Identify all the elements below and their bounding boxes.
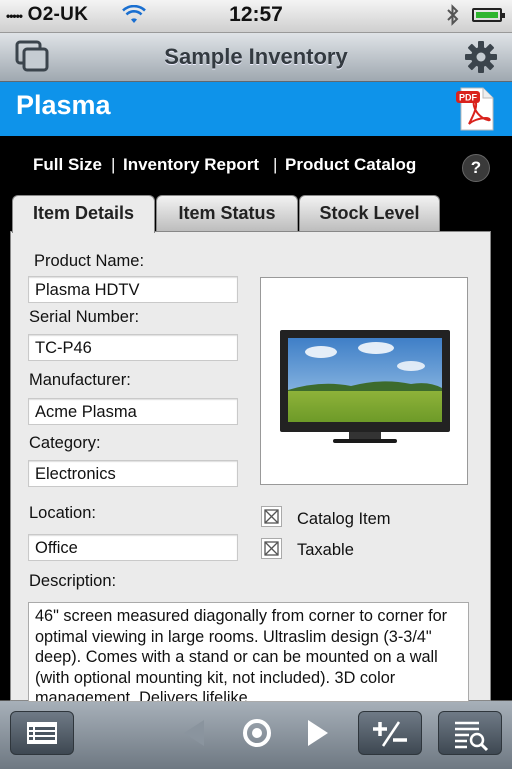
help-button[interactable]: ?	[462, 154, 490, 182]
tab-item-status[interactable]: Item Status	[156, 195, 298, 231]
record-header: Plasma PDF	[0, 82, 512, 136]
gear-icon[interactable]	[461, 37, 501, 77]
add-remove-button[interactable]	[358, 711, 422, 755]
link-inventory-report[interactable]: Inventory Report	[123, 155, 259, 175]
pdf-icon[interactable]: PDF	[455, 86, 497, 132]
list-icon	[27, 722, 57, 744]
taxable-label: Taxable	[297, 541, 354, 559]
item-details-panel: Product Name: Plasma HDTV Serial Number:…	[10, 231, 491, 702]
tv-image	[280, 330, 450, 443]
record-icon[interactable]	[240, 716, 274, 750]
category-label: Category:	[29, 434, 101, 452]
bluetooth-icon	[447, 4, 459, 26]
record-title: Plasma	[16, 90, 111, 120]
product-name-label: Product Name:	[34, 252, 145, 270]
description-field[interactable]: 46" screen measured diagonally from corn…	[28, 602, 469, 702]
manufacturer-label: Manufacturer:	[29, 371, 131, 389]
location-label: Location:	[29, 504, 96, 522]
manufacturer-field[interactable]: Acme Plasma	[28, 398, 238, 425]
serial-number-label: Serial Number:	[29, 308, 140, 326]
previous-icon[interactable]	[180, 717, 208, 749]
product-image[interactable]	[260, 277, 468, 485]
description-label: Description:	[29, 572, 117, 590]
search-list-icon	[455, 721, 489, 752]
product-name-field[interactable]: Plasma HDTV	[28, 276, 238, 303]
catalog-item-checkbox[interactable]	[261, 506, 282, 527]
category-field[interactable]: Electronics	[28, 460, 238, 487]
link-product-catalog[interactable]: Product Catalog	[285, 155, 416, 175]
location-field[interactable]: Office	[28, 534, 238, 561]
serial-number-field[interactable]: TC-P46	[28, 334, 238, 361]
plus-minus-icon	[373, 721, 407, 747]
tab-stock-level[interactable]: Stock Level	[299, 195, 440, 231]
link-full-size[interactable]: Full Size	[33, 155, 102, 175]
status-bar: ••••• O2-UK 12:57	[0, 0, 512, 33]
list-button[interactable]	[10, 711, 74, 755]
page-title: Sample Inventory	[164, 44, 348, 69]
link-separator: |	[111, 155, 116, 174]
next-icon[interactable]	[304, 717, 332, 749]
tab-item-details[interactable]: Item Details	[12, 195, 155, 233]
status-time: 12:57	[229, 3, 283, 26]
nav-bar: Sample Inventory	[0, 33, 512, 82]
link-separator: |	[273, 155, 278, 174]
taxable-checkbox[interactable]	[261, 538, 282, 559]
search-list-button[interactable]	[438, 711, 502, 755]
battery-icon	[472, 8, 505, 22]
bottom-toolbar	[0, 700, 512, 769]
catalog-item-label: Catalog Item	[297, 510, 391, 528]
link-bar: Full Size | Inventory Report | Product C…	[0, 136, 512, 196]
